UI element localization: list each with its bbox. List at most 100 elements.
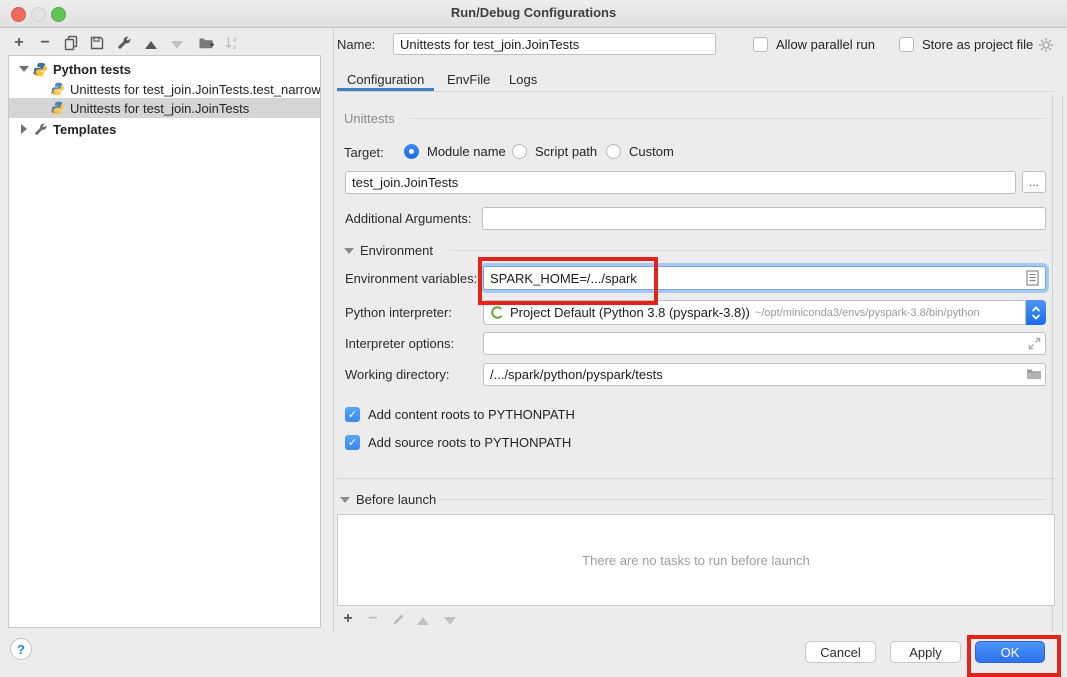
move-down-button[interactable] xyxy=(167,35,187,55)
name-input[interactable] xyxy=(393,33,716,55)
section-divider xyxy=(337,478,1055,479)
tab-logs[interactable]: Logs xyxy=(509,72,537,87)
checkbox-unchecked-icon[interactable] xyxy=(899,37,914,52)
ok-button[interactable]: OK xyxy=(975,641,1045,663)
python-test-icon xyxy=(51,82,65,96)
gear-icon xyxy=(1038,37,1054,53)
unittests-section-title: Unittests xyxy=(344,111,395,126)
checkbox-unchecked-icon[interactable] xyxy=(753,37,768,52)
checkbox-checked-icon[interactable]: ✓ xyxy=(345,435,360,450)
help-button[interactable]: ? xyxy=(10,638,32,660)
environment-variables-label: Environment variables: xyxy=(345,271,477,286)
up-down-chevrons-icon xyxy=(1030,305,1042,321)
move-up-button[interactable] xyxy=(141,35,161,55)
radio-selected-icon[interactable] xyxy=(404,144,419,159)
before-launch-task-list: There are no tasks to run before launch xyxy=(337,514,1055,606)
copy-configuration-button[interactable] xyxy=(61,33,81,53)
svg-text:a: a xyxy=(233,37,237,44)
active-tab-underline xyxy=(337,88,434,91)
tab-strip-divider xyxy=(337,91,1055,92)
add-configuration-button[interactable]: + xyxy=(9,33,29,53)
radio-custom[interactable]: Custom xyxy=(606,144,674,159)
tree-group-label: Python tests xyxy=(53,62,131,77)
add-task-button[interactable]: + xyxy=(338,609,358,629)
section-rule xyxy=(450,250,1046,251)
tree-item-label: Unittests for test_join.JoinTests.test_n… xyxy=(70,82,321,97)
browse-module-button[interactable]: ... xyxy=(1022,171,1046,193)
store-as-project-file-checkbox[interactable]: Store as project file xyxy=(899,37,1033,52)
store-as-project-file-label: Store as project file xyxy=(922,37,1033,52)
before-launch-empty-message: There are no tasks to run before launch xyxy=(582,553,810,568)
tree-group-templates[interactable]: Templates xyxy=(9,119,320,139)
radio-script-path[interactable]: Script path xyxy=(512,144,597,159)
apply-button[interactable]: Apply xyxy=(890,641,961,663)
radio-custom-label: Custom xyxy=(629,144,674,159)
wrench-icon xyxy=(116,35,132,51)
chevron-expanded-icon[interactable] xyxy=(340,497,350,503)
tab-envfile[interactable]: EnvFile xyxy=(447,72,490,87)
title-bar: Run/Debug Configurations xyxy=(0,0,1067,28)
edit-environment-variables-button[interactable] xyxy=(1026,270,1039,286)
tree-item-jointests-selected[interactable]: Unittests for test_join.JoinTests xyxy=(9,98,321,118)
configurations-tree: Python tests Unittests for test_join.Joi… xyxy=(8,55,321,628)
chevron-expanded-icon[interactable] xyxy=(344,248,354,254)
section-rule xyxy=(410,118,1046,119)
arrow-down-icon xyxy=(444,617,456,625)
window-title: Run/Debug Configurations xyxy=(0,5,1067,20)
store-options-button[interactable] xyxy=(1038,37,1054,53)
target-module-input[interactable] xyxy=(345,171,1016,194)
check-icon: ✓ xyxy=(348,436,357,449)
cancel-button[interactable]: Cancel xyxy=(805,641,876,663)
radio-unselected-icon[interactable] xyxy=(512,144,527,159)
arrow-up-icon xyxy=(417,617,429,625)
allow-parallel-run-checkbox[interactable]: Allow parallel run xyxy=(753,37,875,52)
arrow-up-icon xyxy=(145,41,157,49)
tree-item-label: Unittests for test_join.JoinTests xyxy=(70,101,249,116)
radio-module-name-label: Module name xyxy=(427,144,506,159)
browse-directory-button[interactable] xyxy=(1026,367,1042,381)
add-content-roots-checkbox[interactable]: ✓ Add content roots to PYTHONPATH xyxy=(345,407,575,422)
sort-configurations-button[interactable]: a z xyxy=(222,33,242,53)
additional-arguments-input[interactable] xyxy=(482,207,1046,230)
environment-variables-input[interactable] xyxy=(483,266,1046,290)
working-directory-input[interactable] xyxy=(483,363,1046,386)
python-interpreter-label: Python interpreter: xyxy=(345,305,452,320)
environment-section-header[interactable]: Environment xyxy=(344,243,433,258)
interpreter-options-input[interactable] xyxy=(483,332,1046,355)
before-launch-section-header[interactable]: Before launch xyxy=(340,492,436,507)
save-configuration-button[interactable] xyxy=(87,33,107,53)
interpreter-options-label: Interpreter options: xyxy=(345,336,454,351)
move-task-up-button[interactable] xyxy=(413,611,433,631)
conda-environment-icon xyxy=(490,305,505,320)
remove-configuration-button[interactable]: − xyxy=(35,33,55,53)
edit-task-button[interactable] xyxy=(389,609,409,629)
name-label: Name: xyxy=(337,37,375,52)
checkbox-checked-icon[interactable]: ✓ xyxy=(345,407,360,422)
python-tests-icon xyxy=(33,62,48,77)
python-interpreter-value: Project Default (Python 3.8 (pyspark-3.8… xyxy=(510,305,750,320)
move-task-down-button[interactable] xyxy=(440,611,460,631)
question-mark-icon: ? xyxy=(17,642,25,657)
create-folder-button[interactable] xyxy=(196,33,216,53)
remove-task-button[interactable]: − xyxy=(363,609,383,629)
add-source-roots-checkbox[interactable]: ✓ Add source roots to PYTHONPATH xyxy=(345,435,571,450)
tab-configuration[interactable]: Configuration xyxy=(347,72,424,87)
allow-parallel-run-label: Allow parallel run xyxy=(776,37,875,52)
tree-item-test-narrow[interactable]: Unittests for test_join.JoinTests.test_n… xyxy=(9,79,321,99)
radio-module-name[interactable]: Module name xyxy=(404,144,506,159)
edit-templates-button[interactable] xyxy=(114,33,134,53)
radio-unselected-icon[interactable] xyxy=(606,144,621,159)
python-interpreter-select[interactable]: Project Default (Python 3.8 (pyspark-3.8… xyxy=(483,300,1026,325)
tree-group-python-tests[interactable]: Python tests xyxy=(9,59,320,79)
templates-wrench-icon xyxy=(33,122,48,137)
chevron-collapsed-icon[interactable] xyxy=(21,124,27,134)
new-folder-icon xyxy=(198,35,215,51)
chevron-expanded-icon[interactable] xyxy=(19,66,29,72)
save-icon xyxy=(89,35,105,51)
expand-field-button[interactable] xyxy=(1028,337,1041,350)
environment-section-title: Environment xyxy=(360,243,433,258)
python-test-icon xyxy=(51,101,65,115)
svg-text:z: z xyxy=(233,44,237,51)
interpreter-dropdown-button[interactable] xyxy=(1026,300,1046,325)
folder-icon xyxy=(1026,367,1042,381)
